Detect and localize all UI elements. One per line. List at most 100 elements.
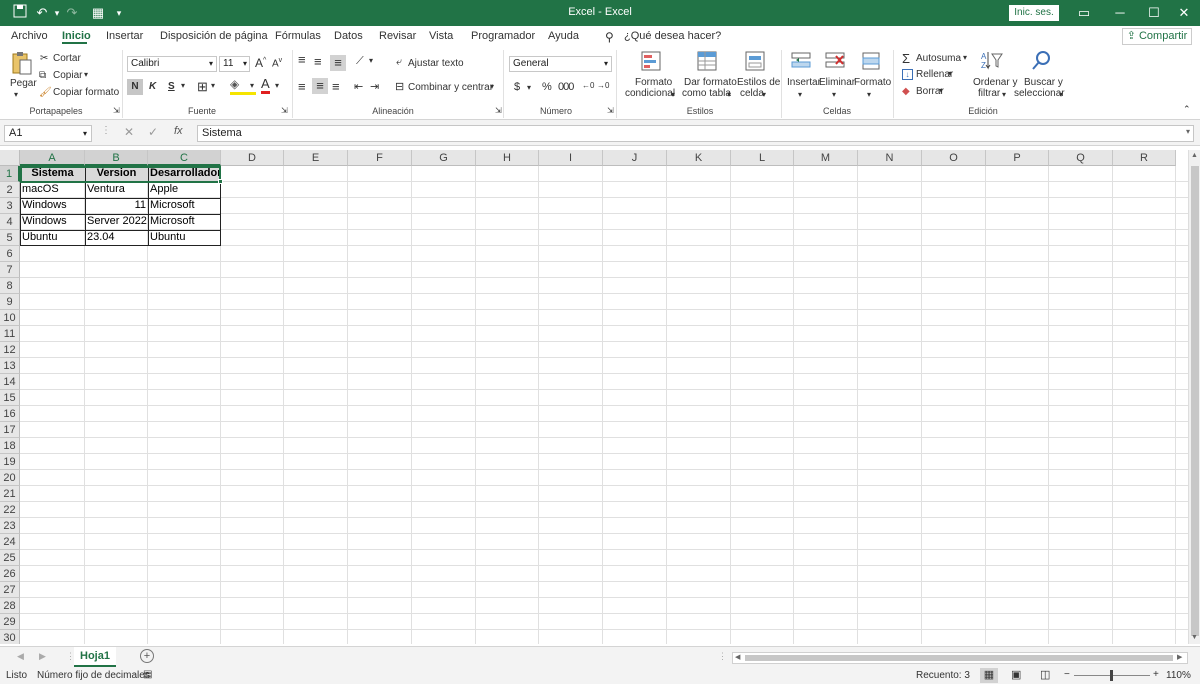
align-top-icon[interactable]: ≡ (298, 52, 306, 67)
fill-dropdown-icon[interactable]: ▾ (948, 69, 952, 78)
underline-button[interactable]: S (168, 81, 175, 92)
cut-icon[interactable]: ✂ (40, 53, 48, 64)
row-header-14[interactable]: 14 (0, 374, 20, 390)
align-center-icon[interactable]: ≡ (312, 78, 328, 94)
number-launcher-icon[interactable]: ⇲ (607, 106, 614, 115)
column-header-g[interactable]: G (412, 150, 476, 166)
row-header-13[interactable]: 13 (0, 358, 20, 374)
font-launcher-icon[interactable]: ⇲ (281, 106, 288, 115)
insert-function-icon[interactable]: fx (174, 125, 183, 137)
conditional-format-icon[interactable] (640, 50, 664, 74)
scroll-right-icon[interactable]: ▶ (1177, 653, 1182, 661)
delete-dropdown-icon[interactable]: ▾ (832, 90, 836, 99)
row-header-26[interactable]: 26 (0, 566, 20, 582)
tell-me-input[interactable]: ¿Qué desea hacer? (624, 30, 721, 42)
align-middle-icon[interactable]: ≡ (314, 54, 322, 69)
find-select-label-2[interactable]: seleccionar (1014, 88, 1065, 99)
row-header-5[interactable]: 5 (0, 230, 20, 246)
column-header-m[interactable]: M (794, 150, 858, 166)
paste-button[interactable]: Pegar (10, 78, 37, 89)
normal-view-icon[interactable]: ▦ (980, 668, 998, 683)
sheet-tab-hoja1[interactable]: Hoja1 (74, 647, 116, 667)
tab-revisar[interactable]: Revisar (379, 30, 416, 42)
format-cells-button[interactable]: Formato (854, 77, 891, 88)
paste-dropdown-icon[interactable]: ▾ (14, 90, 18, 99)
find-select-label-1[interactable]: Buscar y (1024, 77, 1063, 88)
macro-record-icon[interactable]: ▤ (143, 669, 152, 680)
copy-dropdown-icon[interactable]: ▾ (84, 70, 88, 79)
borders-dropdown-icon[interactable]: ▾ (211, 81, 215, 90)
conditional-format-label-2[interactable]: condicional (625, 88, 675, 99)
name-box[interactable]: A1 ▾ (4, 125, 92, 142)
row-header-10[interactable]: 10 (0, 310, 20, 326)
insert-cells-icon[interactable] (790, 50, 812, 72)
row-header-11[interactable]: 11 (0, 326, 20, 342)
row-header-29[interactable]: 29 (0, 614, 20, 630)
merge-center-button[interactable]: Combinar y centrar (408, 82, 493, 93)
scroll-left-icon[interactable]: ◀ (735, 653, 740, 661)
merge-dropdown-icon[interactable]: ▾ (490, 82, 494, 91)
tab-vista[interactable]: Vista (429, 30, 453, 42)
font-color-dropdown-icon[interactable]: ▾ (275, 81, 279, 90)
customize-qat-icon[interactable]: ▾ (114, 4, 124, 22)
collapse-ribbon-icon[interactable]: ⌃ (1183, 104, 1191, 115)
row-header-22[interactable]: 22 (0, 502, 20, 518)
save-icon[interactable] (12, 4, 28, 22)
sort-filter-label-2[interactable]: filtrar (978, 88, 1000, 99)
font-size-combo[interactable]: 11 ▾ (219, 56, 250, 72)
column-header-l[interactable]: L (731, 150, 794, 166)
next-sheet-icon[interactable]: ▶ (39, 651, 46, 662)
bold-button[interactable]: N (127, 79, 143, 95)
row-header-1[interactable]: 1 (0, 166, 20, 182)
column-header-d[interactable]: D (221, 150, 284, 166)
find-select-dropdown-icon[interactable]: ▾ (1059, 90, 1063, 99)
row-header-24[interactable]: 24 (0, 534, 20, 550)
fill-color-dropdown-icon[interactable]: ▾ (250, 81, 254, 90)
close-button[interactable]: ✕ (1166, 0, 1200, 26)
tab-disposicion[interactable]: Disposición de página (160, 30, 268, 42)
merge-center-icon[interactable]: ⊟ (395, 80, 404, 93)
sort-filter-dropdown-icon[interactable]: ▾ (1002, 90, 1006, 99)
sign-in-button[interactable]: Inic. ses. (1009, 5, 1059, 21)
scroll-up-icon[interactable]: ▲ (1191, 152, 1198, 159)
conditional-format-dropdown-icon[interactable]: ▾ (671, 90, 675, 99)
font-name-combo[interactable]: Calibri ▾ (127, 56, 217, 72)
column-header-q[interactable]: Q (1049, 150, 1113, 166)
wrap-text-icon[interactable]: ⤶ (396, 56, 402, 69)
underline-dropdown-icon[interactable]: ▾ (181, 81, 185, 90)
grow-font-icon[interactable]: A^ (255, 56, 266, 70)
row-header-4[interactable]: 4 (0, 214, 20, 230)
scroll-down-icon[interactable]: ▼ (1191, 634, 1198, 641)
row-header-17[interactable]: 17 (0, 422, 20, 438)
delete-cells-icon[interactable] (824, 50, 846, 72)
tab-inicio[interactable]: Inicio (62, 30, 91, 42)
paste-icon[interactable] (11, 51, 33, 77)
lightbulb-icon[interactable]: ⚲ (605, 30, 614, 44)
add-sheet-icon[interactable]: + (140, 649, 154, 663)
format-cells-icon[interactable] (860, 50, 882, 72)
cut-button[interactable]: Cortar (53, 53, 81, 64)
number-format-combo[interactable]: General ▾ (509, 56, 612, 72)
format-as-table-dropdown-icon[interactable]: ▾ (727, 90, 731, 99)
italic-button[interactable]: K (149, 81, 156, 92)
zoom-in-icon[interactable]: + (1153, 669, 1159, 680)
ribbon-display-icon[interactable]: ▭ (1066, 0, 1102, 26)
increase-decimal-icon[interactable]: ←0 (582, 81, 594, 90)
format-as-table-label-1[interactable]: Dar formato (684, 77, 737, 88)
sort-filter-label-1[interactable]: Ordenar y (973, 77, 1017, 88)
share-button[interactable]: ⇪ Compartir (1122, 28, 1192, 45)
insert-dropdown-icon[interactable]: ▾ (798, 90, 802, 99)
column-header-c[interactable]: C (148, 150, 221, 166)
orientation-icon[interactable]: ⟋ (356, 55, 364, 68)
formula-input[interactable]: Sistema (197, 125, 1194, 142)
format-painter-button[interactable]: Copiar formato (53, 87, 119, 98)
form-icon[interactable]: ▦ (90, 4, 106, 22)
horizontal-scrollbar[interactable]: ◀ ▶ (732, 652, 1188, 664)
comma-style-icon[interactable]: 000 (558, 81, 574, 93)
enter-icon[interactable]: ✓ (148, 125, 158, 139)
percent-button[interactable]: % (542, 81, 552, 93)
row-header-19[interactable]: 19 (0, 454, 20, 470)
orientation-dropdown-icon[interactable]: ▾ (369, 56, 373, 65)
align-bottom-icon[interactable]: ≡ (330, 55, 346, 71)
column-header-n[interactable]: N (858, 150, 922, 166)
